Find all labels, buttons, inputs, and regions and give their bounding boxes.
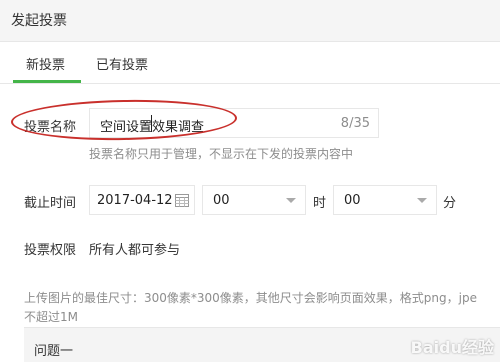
- text-caret: [151, 115, 152, 132]
- vote-name-input[interactable]: 空间设置效果调查 8/35: [89, 108, 379, 138]
- minute-select[interactable]: 00: [333, 185, 437, 215]
- tab-new-vote[interactable]: 新投票: [26, 54, 65, 73]
- vote-name-value: 空间设置效果调查: [100, 120, 205, 135]
- vote-name-hint: 投票名称只用于管理，不显示在下发的投票内容中: [89, 147, 354, 161]
- tab-existing-votes[interactable]: 已有投票: [96, 54, 148, 73]
- deadline-date-input[interactable]: 2017-04-12: [89, 185, 195, 215]
- hour-value: 00: [213, 193, 230, 208]
- permission-label: 投票权限: [24, 243, 77, 258]
- chevron-down-icon: [417, 198, 427, 203]
- watermark-logo: Baidu经验: [410, 338, 494, 357]
- deadline-date-value: 2017-04-12: [97, 193, 173, 208]
- deadline-label: 截止时间: [24, 196, 77, 211]
- char-counter: 8/35: [340, 116, 370, 131]
- permission-value: 所有人都可参与: [89, 243, 181, 258]
- vote-name-label: 投票名称: [24, 120, 77, 135]
- question-panel: 问题一 Baidu经验: [24, 327, 500, 362]
- tab-bar: 新投票 已有投票: [0, 42, 500, 84]
- hour-select[interactable]: 00: [202, 185, 306, 215]
- chevron-down-icon: [286, 198, 296, 203]
- upload-size-hint: 上传图片的最佳尺寸：300像素*300像素，其他尺寸会影响页面效果，格式png，…: [24, 291, 477, 305]
- page-header: 发起投票: [0, 0, 500, 42]
- minute-value: 00: [344, 193, 361, 208]
- upload-limit-hint: 不超过1M: [24, 310, 78, 324]
- calendar-icon[interactable]: [175, 193, 189, 207]
- question-title: 问题一: [34, 344, 74, 359]
- hour-unit-label: 时: [313, 196, 327, 211]
- page-title: 发起投票: [11, 13, 67, 29]
- active-tab-indicator: [13, 80, 81, 83]
- minute-unit-label: 分: [443, 196, 457, 211]
